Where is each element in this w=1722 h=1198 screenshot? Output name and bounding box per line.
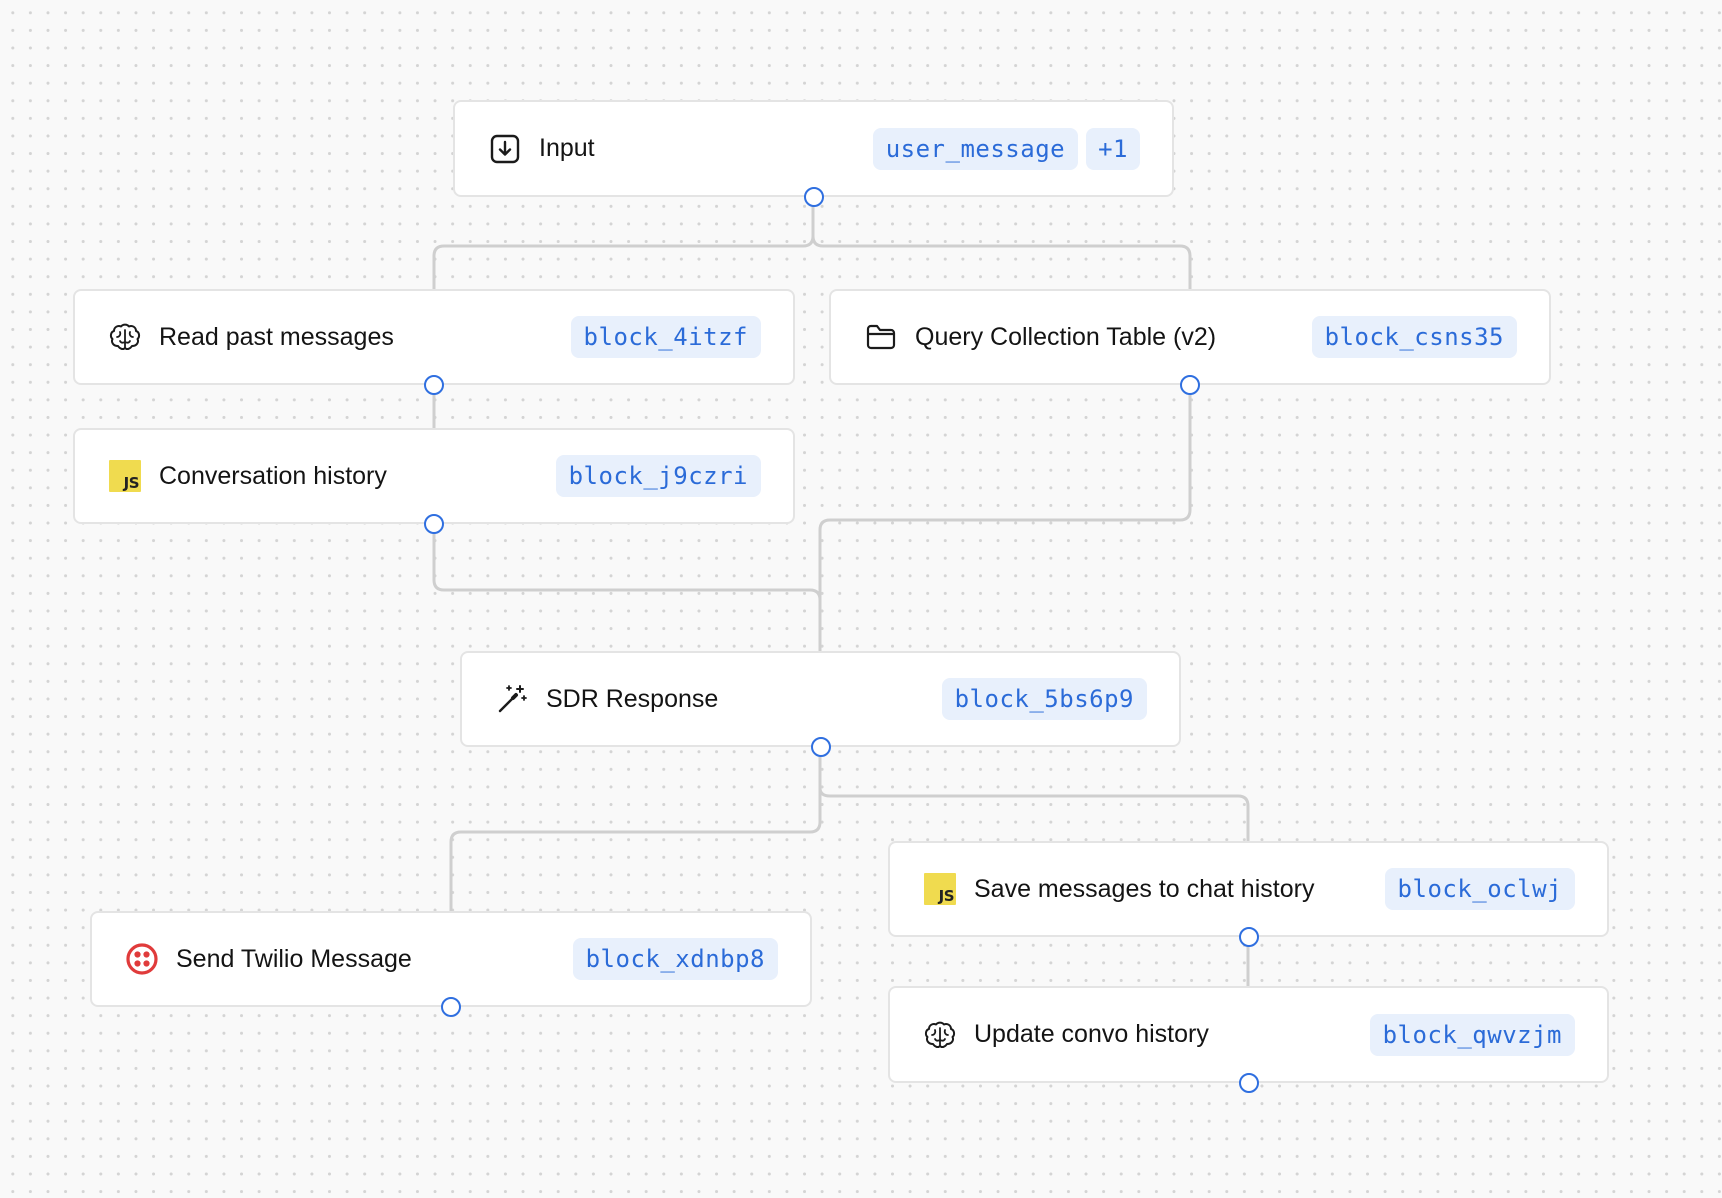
node-read-past-messages-badge[interactable]: block_4itzf (570, 316, 761, 358)
edge-conversation-history-to-sdr-response (432, 522, 822, 652)
folder-icon (865, 321, 897, 353)
node-query-collection-table-output-port[interactable] (1180, 375, 1200, 395)
node-update-convo-history-badge[interactable]: block_qwvzjm (1369, 1013, 1575, 1056)
node-input-output-port[interactable] (803, 187, 824, 207)
node-sdr-response-output-port[interactable] (810, 737, 831, 757)
edge-sdr-response-to-send-twilio (449, 745, 822, 912)
node-input[interactable]: Input user_message +1 (453, 100, 1174, 207)
node-conversation-history-output-port[interactable] (424, 514, 444, 534)
node-sdr-response-label: SDR Response (546, 684, 719, 713)
node-save-messages[interactable]: JS Save messages to chat history block_o… (888, 841, 1609, 947)
node-query-collection-table-badge[interactable]: block_csns35 (1311, 316, 1517, 358)
download-box-icon (489, 133, 521, 165)
node-input-more-badge[interactable]: +1 (1086, 127, 1140, 170)
edge-input-to-query-collection (811, 196, 1192, 290)
edge-query-collection-to-sdr-response (818, 383, 1192, 652)
node-send-twilio-message[interactable]: Send Twilio Message block_xdnbp8 (90, 911, 812, 1017)
node-send-twilio-message-label: Send Twilio Message (176, 944, 412, 973)
node-read-past-messages-label: Read past messages (159, 322, 394, 351)
twilio-icon (126, 943, 158, 975)
node-save-messages-label: Save messages to chat history (974, 874, 1315, 903)
brain-icon (924, 1019, 956, 1051)
javascript-icon: JS (924, 873, 956, 905)
node-update-convo-history-output-port[interactable] (1238, 1073, 1259, 1093)
node-query-collection-table[interactable]: Query Collection Table (v2) block_csns35 (829, 289, 1551, 395)
node-conversation-history-badge[interactable]: block_j9czri (555, 455, 761, 497)
node-update-convo-history[interactable]: Update convo history block_qwvzjm (888, 986, 1609, 1093)
node-update-convo-history-label: Update convo history (974, 1020, 1209, 1048)
node-input-label: Input (539, 134, 595, 162)
node-send-twilio-message-badge[interactable]: block_xdnbp8 (572, 938, 778, 980)
edge-sdr-response-to-save-messages (818, 745, 1250, 842)
node-save-messages-output-port[interactable] (1238, 927, 1259, 947)
node-conversation-history-label: Conversation history (159, 461, 387, 490)
brain-icon (109, 321, 141, 353)
node-sdr-response-badge[interactable]: block_5bs6p9 (941, 678, 1147, 720)
node-query-collection-table-label: Query Collection Table (v2) (915, 322, 1217, 351)
node-conversation-history[interactable]: JS Conversation history block_j9czri (73, 428, 795, 534)
javascript-icon: JS (109, 460, 141, 492)
node-read-past-messages-output-port[interactable] (424, 375, 444, 395)
node-sdr-response[interactable]: SDR Response block_5bs6p9 (460, 651, 1181, 757)
node-send-twilio-message-output-port[interactable] (441, 997, 461, 1017)
node-input-badge[interactable]: user_message (872, 127, 1079, 170)
edge-input-to-read-past-messages (432, 196, 815, 290)
node-save-messages-badge[interactable]: block_oclwj (1384, 868, 1575, 910)
node-read-past-messages[interactable]: Read past messages block_4itzf (73, 289, 795, 395)
magic-wand-icon (496, 683, 528, 715)
